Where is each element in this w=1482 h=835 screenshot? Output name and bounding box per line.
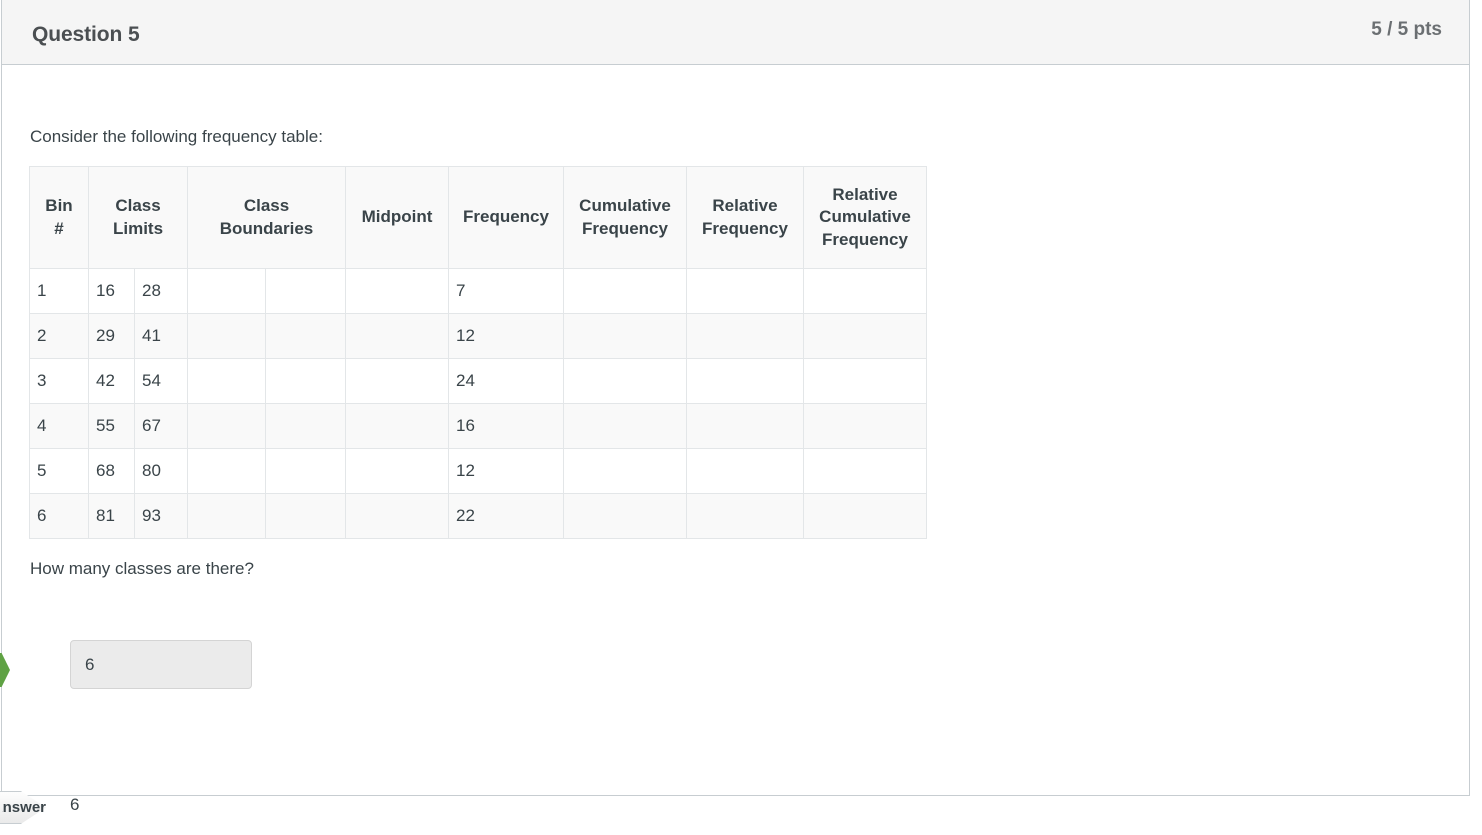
table-row: 6 81 93 22	[29, 493, 927, 539]
correct-answer-value: 6	[70, 795, 80, 814]
cell-class-limit-upper: 93	[134, 493, 188, 539]
cell-cumulative-frequency	[563, 403, 687, 449]
cell-bin: 3	[29, 358, 89, 404]
correct-answer-row: Answer 6	[0, 775, 1469, 835]
cell-bin: 1	[29, 268, 89, 314]
cell-class-limit-upper: 28	[134, 268, 188, 314]
cell-frequency: 12	[448, 448, 564, 494]
frequency-table: Bin # Class Limits Class Boundaries Midp…	[29, 166, 927, 539]
cell-class-limit-upper: 80	[134, 448, 188, 494]
cell-class-limit-lower: 42	[88, 358, 135, 404]
cell-frequency: 16	[448, 403, 564, 449]
column-header-relative-frequency: Relative Frequency	[686, 166, 804, 269]
cell-cumulative-frequency	[563, 268, 687, 314]
cell-class-boundary-upper	[265, 448, 346, 494]
cell-midpoint	[345, 493, 449, 539]
table-row: 5 68 80 12	[29, 448, 927, 494]
column-header-relative-cumulative-frequency: Relative Cumulative Frequency	[803, 166, 927, 269]
cell-frequency: 12	[448, 313, 564, 359]
cell-class-limit-upper: 54	[134, 358, 188, 404]
cell-class-limit-upper: 41	[134, 313, 188, 359]
cell-class-limit-lower: 29	[88, 313, 135, 359]
cell-class-boundary-upper	[265, 268, 346, 314]
cell-bin: 5	[29, 448, 89, 494]
question-body: Consider the following frequency table: …	[0, 65, 1469, 824]
column-header-bin: Bin #	[29, 166, 89, 269]
cell-bin: 2	[29, 313, 89, 359]
cell-relative-cumulative-frequency	[803, 493, 927, 539]
cell-cumulative-frequency	[563, 313, 687, 359]
cell-class-boundary-lower	[187, 493, 266, 539]
cell-midpoint	[345, 313, 449, 359]
cell-class-boundary-upper	[265, 403, 346, 449]
cell-relative-frequency	[686, 358, 804, 404]
cell-frequency: 7	[448, 268, 564, 314]
cell-class-limit-lower: 16	[88, 268, 135, 314]
cell-relative-frequency	[686, 403, 804, 449]
student-answer-row	[0, 640, 1469, 716]
student-answer-input[interactable]	[70, 640, 252, 689]
column-header-cumulative-frequency: Cumulative Frequency	[563, 166, 687, 269]
cell-relative-frequency	[686, 448, 804, 494]
cell-class-limit-upper: 67	[134, 403, 188, 449]
cell-class-boundary-lower	[187, 403, 266, 449]
cell-cumulative-frequency	[563, 448, 687, 494]
cell-cumulative-frequency	[563, 493, 687, 539]
cell-relative-cumulative-frequency	[803, 403, 927, 449]
table-row: 4 55 67 16	[29, 403, 927, 449]
correct-arrow-icon	[0, 653, 10, 687]
cell-class-limit-lower: 55	[88, 403, 135, 449]
cell-frequency: 22	[448, 493, 564, 539]
table-row: 1 16 28 7	[29, 268, 927, 314]
column-header-class-boundaries: Class Boundaries	[187, 166, 346, 269]
cell-relative-cumulative-frequency	[803, 448, 927, 494]
cell-cumulative-frequency	[563, 358, 687, 404]
answer-tag-label: Answer	[2, 799, 46, 816]
cell-relative-cumulative-frequency	[803, 313, 927, 359]
question-intro-text: Consider the following frequency table:	[30, 127, 323, 146]
question-prompt-text: How many classes are there?	[30, 559, 254, 578]
cell-class-boundary-lower	[187, 448, 266, 494]
table-row: 2 29 41 12	[29, 313, 927, 359]
cell-class-limit-lower: 81	[88, 493, 135, 539]
frequency-table-header: Bin # Class Limits Class Boundaries Midp…	[29, 166, 927, 269]
cell-bin: 4	[29, 403, 89, 449]
cell-class-boundary-lower	[187, 358, 266, 404]
cell-relative-frequency	[686, 493, 804, 539]
question-header: Question 5 5 / 5 pts	[2, 0, 1469, 65]
table-row: 3 42 54 24	[29, 358, 927, 404]
cell-class-boundary-upper	[265, 493, 346, 539]
cell-class-limit-lower: 68	[88, 448, 135, 494]
cell-class-boundary-lower	[187, 268, 266, 314]
question-container: Question 5 5 / 5 pts Consider the follow…	[0, 0, 1470, 824]
cell-midpoint	[345, 448, 449, 494]
cell-midpoint	[345, 403, 449, 449]
question-title: Question 5	[32, 23, 140, 46]
column-header-class-limits: Class Limits	[88, 166, 188, 269]
cell-relative-cumulative-frequency	[803, 358, 927, 404]
frequency-table-body: 1 16 28 7 2 29 41 12 3 42 54 24 4 55 67 16 5 68 80 12 6 81 93 2…	[29, 268, 927, 539]
cell-frequency: 24	[448, 358, 564, 404]
cell-relative-frequency	[686, 313, 804, 359]
cell-class-boundary-upper	[265, 313, 346, 359]
table-header-row: Bin # Class Limits Class Boundaries Midp…	[29, 166, 927, 269]
cell-class-boundary-lower	[187, 313, 266, 359]
cell-relative-frequency	[686, 268, 804, 314]
cell-bin: 6	[29, 493, 89, 539]
column-header-frequency: Frequency	[448, 166, 564, 269]
cell-relative-cumulative-frequency	[803, 268, 927, 314]
cell-midpoint	[345, 358, 449, 404]
column-header-midpoint: Midpoint	[345, 166, 449, 269]
cell-class-boundary-upper	[265, 358, 346, 404]
cell-midpoint	[345, 268, 449, 314]
question-points-badge: 5 / 5 pts	[1371, 19, 1442, 40]
